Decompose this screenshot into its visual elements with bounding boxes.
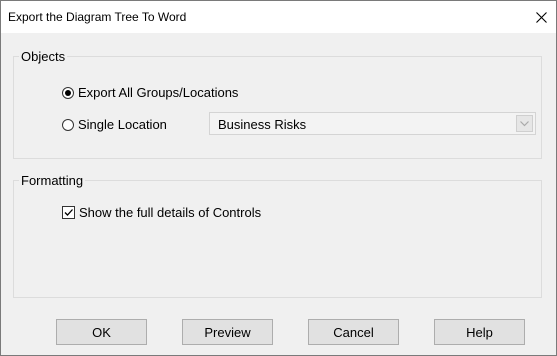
formatting-group: Formatting (13, 173, 542, 298)
location-select[interactable]: Business Risks (209, 112, 536, 135)
single-location-radio[interactable]: Single Location (62, 117, 167, 132)
location-select-value: Business Risks (218, 117, 307, 132)
radio-unchecked-icon (62, 118, 74, 131)
formatting-legend: Formatting (21, 173, 84, 188)
preview-button[interactable]: Preview (182, 319, 273, 345)
chevron-down-icon[interactable] (516, 115, 533, 132)
objects-legend: Objects (21, 49, 66, 64)
ok-button[interactable]: OK (56, 319, 147, 345)
export-all-label: Export All Groups/Locations (78, 85, 239, 100)
close-icon (535, 11, 547, 23)
full-details-label: Show the full details of Controls (79, 205, 262, 220)
export-all-radio[interactable]: Export All Groups/Locations (62, 85, 238, 100)
close-button[interactable] (526, 1, 556, 33)
radio-checked-icon (62, 86, 74, 99)
cancel-button[interactable]: Cancel (308, 319, 399, 345)
checkmark-icon (62, 206, 75, 219)
title-bar: Export the Diagram Tree To Word (1, 1, 556, 33)
objects-group: Objects (13, 49, 542, 159)
dialog-title: Export the Diagram Tree To Word (8, 10, 187, 24)
single-location-label: Single Location (78, 117, 167, 132)
help-button[interactable]: Help (434, 319, 525, 345)
full-details-checkbox[interactable]: Show the full details of Controls (62, 205, 261, 220)
